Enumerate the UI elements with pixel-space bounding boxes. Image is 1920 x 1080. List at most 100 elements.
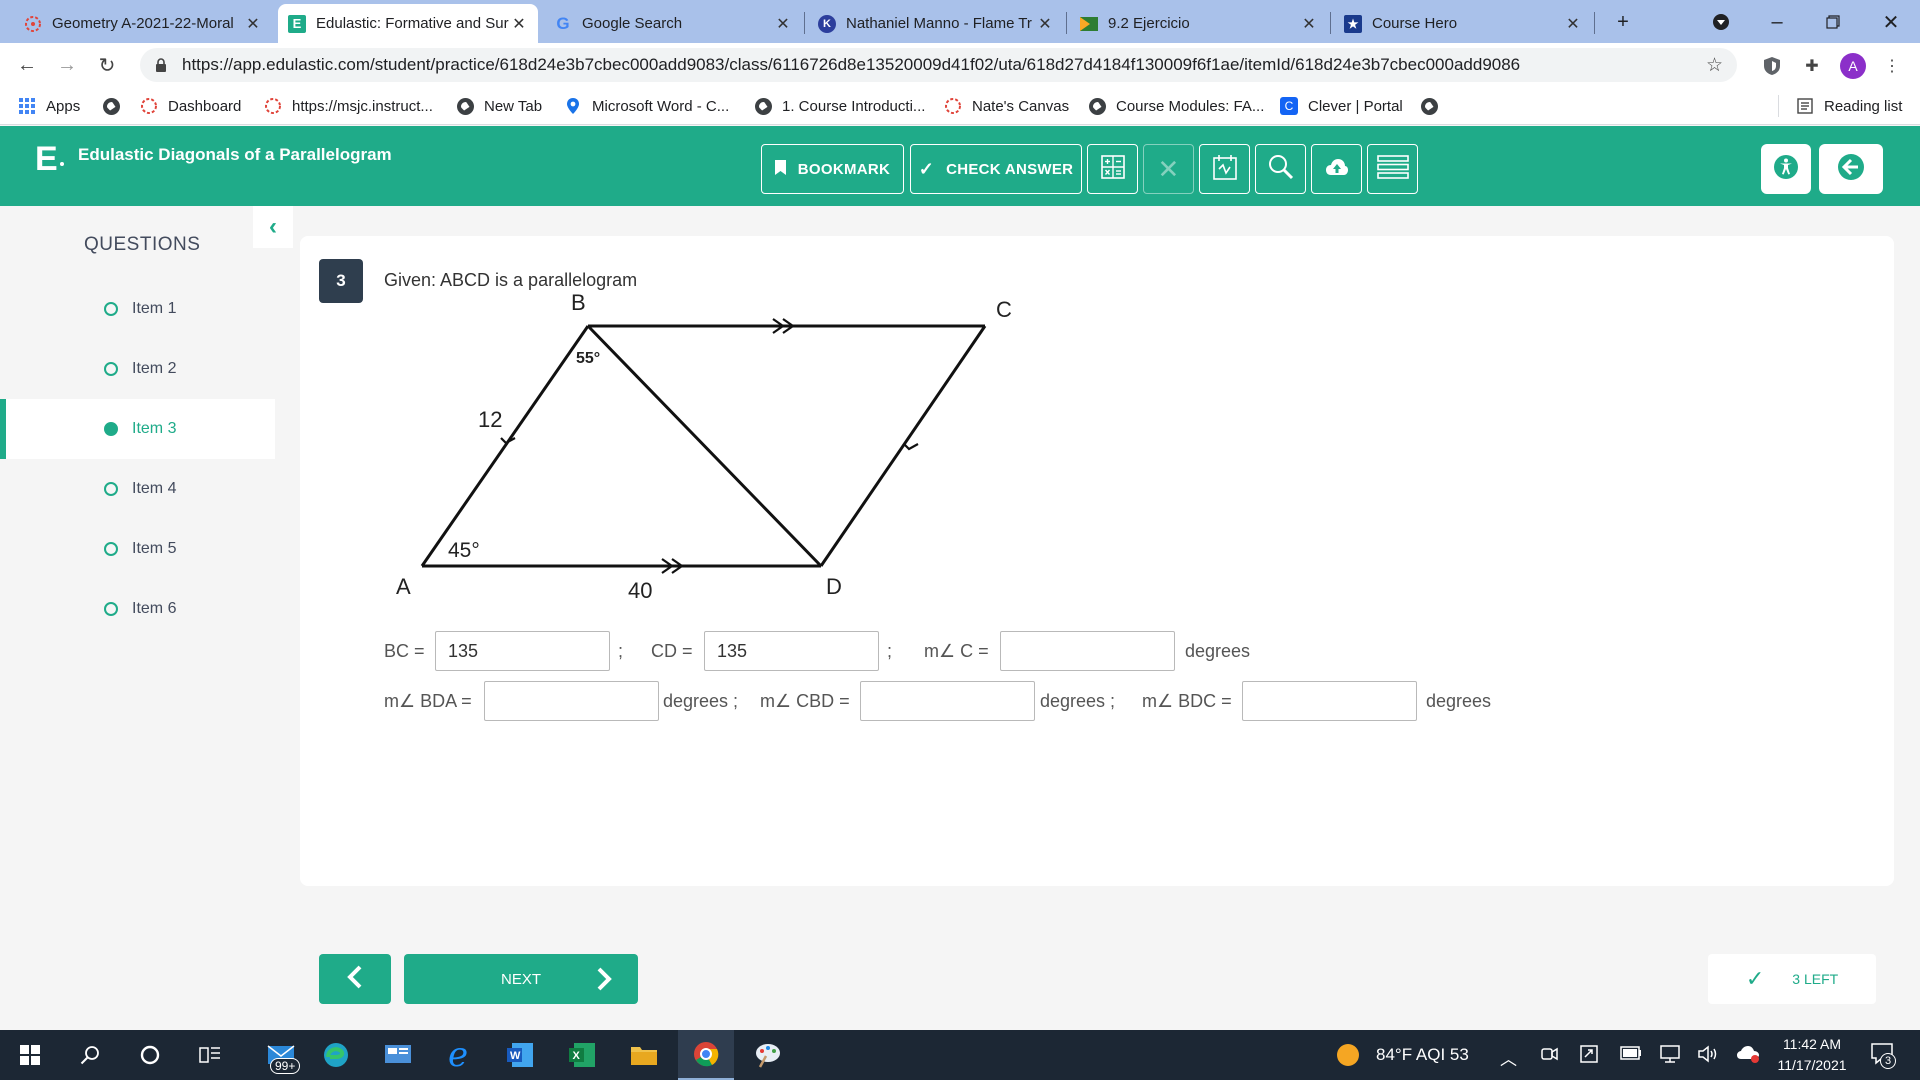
tab-search-icon[interactable] [1706,8,1736,36]
search-icon[interactable] [62,1030,118,1080]
close-tab-icon[interactable]: ✕ [1036,14,1054,34]
cd-input[interactable] [704,631,879,671]
status-dot-icon [104,482,118,496]
bookmark-course-modules[interactable]: Course Modules: FA... [1088,95,1264,117]
close-tab-icon[interactable]: ✕ [510,14,528,34]
eliminate-button[interactable]: ✕ [1143,144,1194,194]
clock-time: 11:42 AM [1782,1036,1842,1052]
exit-button[interactable] [1819,144,1883,194]
notifications-icon[interactable]: 3 [1870,1041,1896,1070]
side-label-ad: 40 [628,578,652,603]
shield-extension-icon[interactable] [1760,54,1784,78]
mail-icon[interactable]: 99+ [254,1030,310,1080]
bookmark-dashboard[interactable]: Dashboard [140,95,241,117]
accessibility-button[interactable] [1761,144,1811,194]
show-hidden-icons-icon[interactable]: ︿ [1500,1045,1517,1070]
next-button[interactable]: NEXT [404,954,638,1004]
network-share-icon[interactable] [1580,1045,1598,1068]
angle-c-input[interactable] [1000,631,1175,671]
display-icon[interactable] [1660,1045,1680,1068]
volume-icon[interactable] [1698,1045,1720,1068]
tab-nathaniel[interactable]: K Nathaniel Manno - Flame Tr ✕ [808,4,1064,43]
word-icon[interactable]: W [492,1030,548,1080]
bc-input[interactable] [435,631,610,671]
calculator-button[interactable] [1087,144,1138,194]
vertex-label-b: B [571,290,586,315]
bookmark-globe-2[interactable] [1420,95,1448,117]
collapse-sidebar-button[interactable]: ‹ [253,206,293,248]
control-panel-icon[interactable] [370,1030,426,1080]
scratchpad-button[interactable] [1199,144,1250,194]
question-number-badge: 3 [319,259,363,303]
back-arrow-icon[interactable]: ← [12,51,42,79]
minimize-icon[interactable]: – [1762,8,1792,36]
angle-bda-input[interactable] [484,681,659,721]
zoom-button[interactable] [1255,144,1306,194]
chrome-menu-icon[interactable]: ⋮ [1880,54,1904,78]
angle-bdc-input[interactable] [1242,681,1417,721]
bookmark-course-intro[interactable]: 1. Course Introducti... [754,95,925,117]
puzzle-extensions-icon[interactable]: ✚ [1800,54,1824,78]
cortana-icon[interactable] [122,1030,178,1080]
profile-avatar[interactable]: A [1840,53,1866,79]
forward-arrow-icon[interactable]: → [52,51,82,79]
hamburger-menu-icon [1376,155,1409,183]
chrome-icon[interactable] [678,1030,734,1080]
tab-edulastic[interactable]: E Edulastic: Formative and Sur ✕ [278,4,538,43]
tab-ejercicio[interactable]: 9.2 Ejercicio ✕ [1070,4,1328,43]
bookmark-clever[interactable]: C Clever | Portal [1280,95,1403,117]
reload-icon[interactable]: ↻ [92,51,122,79]
question-item-1[interactable]: Item 1 [0,279,275,339]
window-close-icon[interactable]: ✕ [1876,8,1906,36]
tab-geometry[interactable]: Geometry A-2021-22-Moral ✕ [14,4,272,43]
tab-course-hero[interactable]: ★ Course Hero ✕ [1334,4,1592,43]
battery-icon[interactable] [1620,1045,1642,1065]
windows-start-icon[interactable] [2,1030,58,1080]
reading-list[interactable]: Reading list [1796,95,1902,117]
new-tab-icon[interactable]: + [1608,8,1638,36]
back-arrow-circle-icon [1837,153,1865,186]
system-clock[interactable]: 11:42 AM 11/17/2021 [1762,1034,1862,1076]
question-item-5[interactable]: Item 5 [0,519,275,579]
bookmark-button[interactable]: BOOKMARK [761,144,904,194]
task-view-icon[interactable] [182,1030,238,1080]
close-tab-icon[interactable]: ✕ [1300,14,1318,34]
url-text: https://app.edulastic.com/student/practi… [182,55,1521,74]
internet-explorer-icon[interactable]: e [430,1030,486,1080]
close-tab-icon[interactable]: ✕ [1564,14,1582,34]
angle-cbd-input[interactable] [860,681,1035,721]
bookmarks-divider [1778,95,1779,117]
tab-google[interactable]: G Google Search ✕ [544,4,802,43]
onedrive-icon[interactable] [1736,1045,1760,1068]
bookmark-msjc[interactable]: https://msjc.instruct... [264,95,433,117]
meet-now-icon[interactable] [1540,1045,1558,1068]
previous-button[interactable] [319,954,391,1004]
address-bar[interactable]: https://app.edulastic.com/student/practi… [140,48,1737,82]
bookmark-globe[interactable] [102,95,130,117]
diagonal-bd [586,324,823,568]
close-tab-icon[interactable]: ✕ [774,14,792,34]
bookmark-nates-canvas[interactable]: Nate's Canvas [944,95,1069,117]
excel-icon[interactable]: X [554,1030,610,1080]
bookmark-new-tab[interactable]: New Tab [456,95,542,117]
accessibility-icon [1773,154,1799,185]
restore-icon[interactable] [1818,8,1848,36]
bookmark-apps[interactable]: Apps [18,95,80,117]
question-item-3[interactable]: Item 3 [0,399,275,459]
bookmark-word[interactable]: Microsoft Word - C... [564,95,729,117]
bookmark-star-icon[interactable]: ☆ [1706,54,1723,77]
weather-sun-icon[interactable] [1336,1043,1360,1072]
question-item-6[interactable]: Item 6 [0,579,275,639]
check-answer-button[interactable]: ✓ CHECK ANSWER [910,144,1082,194]
save-button[interactable] [1311,144,1362,194]
question-item-2[interactable]: Item 2 [0,339,275,399]
menu-button[interactable] [1367,144,1418,194]
svg-text:X: X [573,1050,581,1062]
questions-left-badge[interactable]: ✓ 3 LEFT [1708,954,1876,1004]
edge-icon[interactable] [308,1030,364,1080]
paint-icon[interactable] [740,1030,796,1080]
weather-readout[interactable]: 84°F AQI 53 [1376,1045,1469,1065]
file-explorer-icon[interactable] [616,1030,672,1080]
question-item-4[interactable]: Item 4 [0,459,275,519]
close-tab-icon[interactable]: ✕ [244,14,262,34]
